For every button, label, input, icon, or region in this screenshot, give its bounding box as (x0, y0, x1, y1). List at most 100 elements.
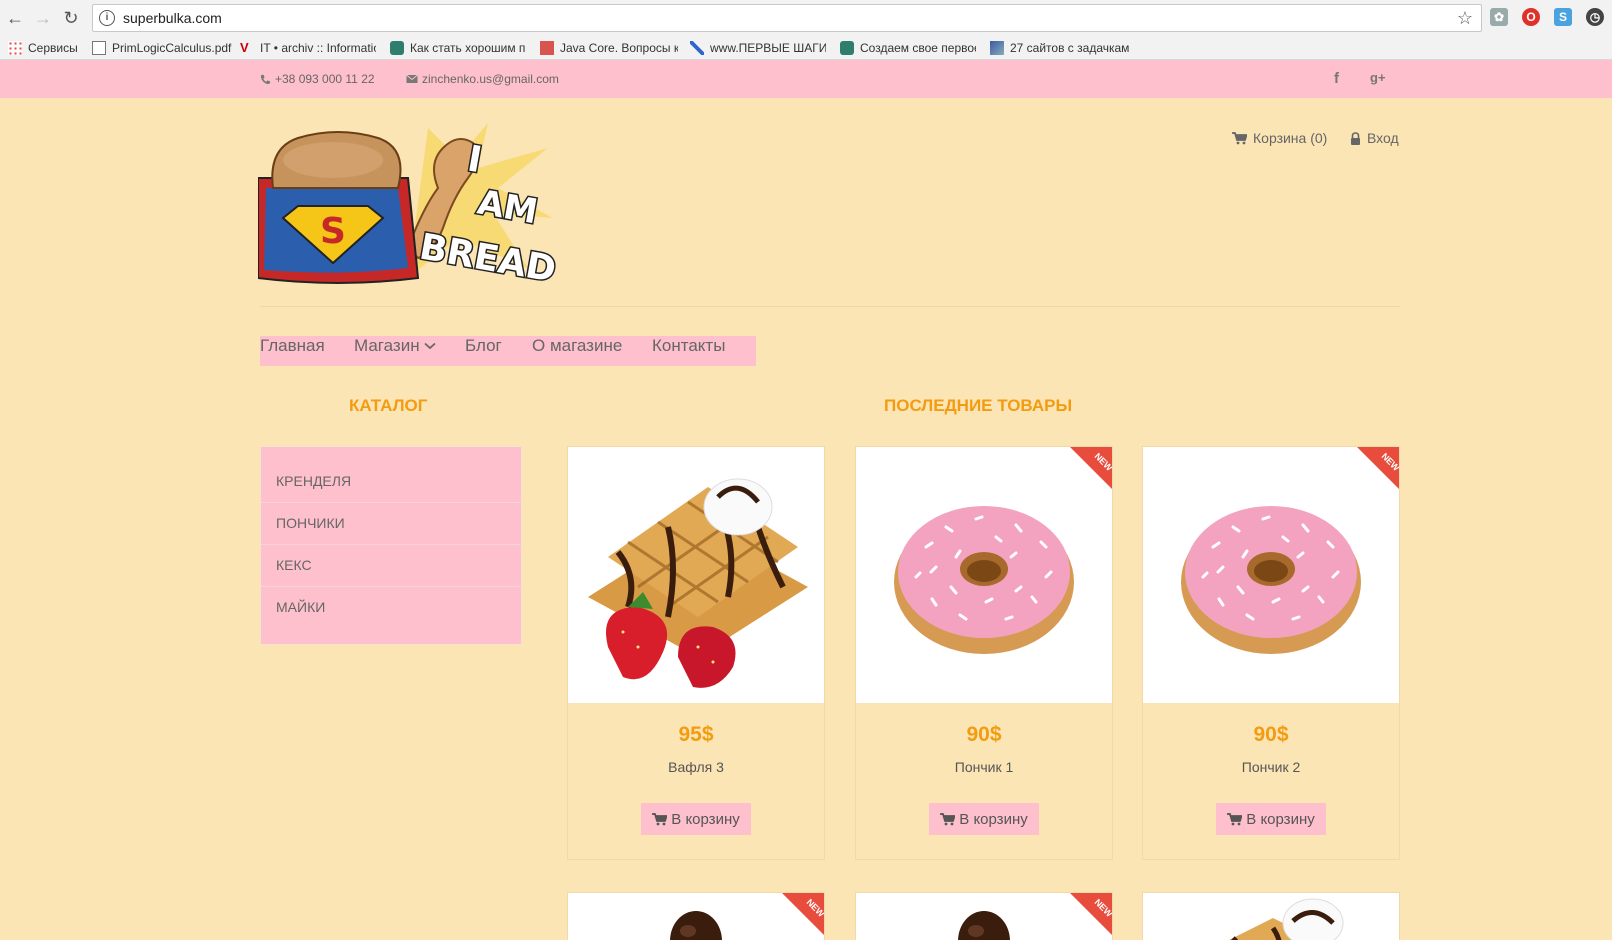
contact-bar: +38 093 000 11 22 zinchenko.us@gmail.com… (0, 60, 1612, 98)
bookmark-item[interactable]: 27 сайтов с задачкам (990, 40, 1130, 56)
clock-extension-icon[interactable]: ◷ (1586, 8, 1604, 26)
opera-extension-icon[interactable]: O (1522, 8, 1540, 26)
catalog-item-label: КЕКС (276, 557, 312, 573)
nav-blog[interactable]: Блог (465, 336, 502, 356)
forward-icon[interactable]: → (32, 7, 54, 29)
bookmark-item[interactable]: www.ПЕРВЫЕ ШАГИ.r (690, 40, 826, 56)
shopping-cart-icon (1227, 812, 1243, 825)
waffle-image (588, 478, 808, 688)
product-card: 95$ Вафля 3 В корзину (567, 446, 825, 860)
site-logo[interactable]: S I AM BREAD (257, 118, 560, 292)
pen-icon (690, 41, 704, 55)
waffle-image (1229, 898, 1344, 940)
shopping-cart-icon (652, 812, 668, 825)
catalog-item-label: КРЕНДЕЛЯ (276, 473, 352, 489)
bookmark-item[interactable]: Java Core. Вопросы к (540, 40, 678, 56)
product-name[interactable]: Пончик 1 (856, 759, 1112, 775)
product-card: NEW 90$ Пончик 1 В корзину (855, 446, 1113, 860)
nav-label: О магазине (532, 336, 623, 355)
envelope-icon (406, 74, 418, 83)
product-card[interactable]: NEW (855, 892, 1113, 940)
new-badge: NEW (1357, 447, 1399, 489)
v-logo-icon: V (240, 40, 249, 55)
s-extension-icon[interactable]: S (1554, 8, 1572, 26)
google-plus-icon[interactable]: g+ (1370, 70, 1386, 85)
new-badge-label: NEW (804, 897, 824, 919)
site-favicon-icon (990, 41, 1004, 55)
email-text: zinchenko.us@gmail.com (422, 72, 559, 86)
bookmark-label: Java Core. Вопросы к (560, 41, 678, 55)
svg-text:S: S (320, 211, 346, 252)
catalog-item-donuts[interactable]: ПОНЧИКИ (261, 503, 521, 545)
phone-text: +38 093 000 11 22 (275, 72, 375, 86)
info-icon[interactable]: i (99, 10, 115, 26)
product-price: 95$ (678, 723, 714, 746)
bookmark-item[interactable]: V IT • archiv :: Informatio (240, 40, 376, 56)
header-divider (260, 306, 1400, 307)
site-favicon-icon (540, 41, 554, 55)
login-link[interactable]: Вход (1350, 130, 1399, 146)
shopping-cart-icon (940, 812, 956, 825)
reload-icon[interactable]: ↻ (60, 7, 82, 29)
phone-contact[interactable]: +38 093 000 11 22 (260, 72, 375, 86)
bookmark-star-icon[interactable]: ☆ (1457, 8, 1473, 29)
new-badge-label: NEW (1379, 451, 1399, 473)
back-icon[interactable]: ← (4, 7, 26, 29)
nav-contacts[interactable]: Контакты (652, 336, 725, 356)
main-navigation: Главная Магазин Блог О магазине Контакты (260, 336, 756, 366)
email-contact[interactable]: zinchenko.us@gmail.com (406, 72, 559, 86)
cart-label: Корзина (0) (1253, 130, 1328, 146)
catalog-item-label: ПОНЧИКИ (276, 515, 345, 531)
product-price: 90$ (1253, 723, 1289, 746)
bookmark-label: 27 сайтов с задачкам (1010, 41, 1130, 55)
new-badge: NEW (1070, 447, 1112, 489)
nav-shop[interactable]: Магазин (354, 336, 436, 356)
bookmarks-bar: Сервисы PrimLogicCalculus.pdf V IT • arc… (0, 36, 1612, 60)
new-badge-label: NEW (1092, 451, 1112, 473)
product-name[interactable]: Пончик 2 (1143, 759, 1399, 775)
new-badge: NEW (1070, 893, 1112, 935)
facebook-icon[interactable]: f (1334, 70, 1339, 87)
new-badge: NEW (782, 893, 824, 935)
new-badge-label: NEW (1092, 897, 1112, 919)
latest-products-title: ПОСЛЕДНИЕ ТОВАРЫ (884, 396, 1073, 415)
apps-grid-icon (8, 41, 22, 55)
browser-toolbar: ← → ↻ i superbulka.com ☆ ✿ O S ◷ (0, 0, 1612, 36)
nav-about[interactable]: О магазине (532, 336, 622, 356)
bookmark-item[interactable]: Создаем свое первое (840, 40, 976, 56)
bookmark-apps[interactable]: Сервисы (8, 40, 78, 56)
site-favicon-icon (390, 41, 404, 55)
shopping-cart-icon (1232, 131, 1247, 144)
add-to-cart-button[interactable]: В корзину (1216, 803, 1326, 835)
nav-home[interactable]: Главная (260, 336, 325, 356)
add-to-cart-button[interactable]: В корзину (929, 803, 1039, 835)
lock-icon (1351, 131, 1360, 145)
nav-label: Контакты (652, 336, 726, 355)
chevron-down-icon (423, 342, 436, 350)
paw-extension-icon[interactable]: ✿ (1490, 8, 1508, 26)
product-card[interactable]: NEW (567, 892, 825, 940)
bookmark-label: www.ПЕРВЫЕ ШАГИ.r (710, 41, 826, 55)
bookmark-item[interactable]: Как стать хорошим п (390, 40, 528, 56)
address-bar[interactable]: i superbulka.com ☆ (92, 4, 1482, 32)
catalog-list: КРЕНДЕЛЯ ПОНЧИКИ КЕКС МАЙКИ (260, 446, 522, 645)
product-price: 90$ (966, 723, 1002, 746)
catalog-item-label: МАЙКИ (276, 599, 326, 615)
catalog-title: КАТАЛОГ (349, 396, 428, 415)
catalog-item-tshirts[interactable]: МАЙКИ (261, 587, 521, 629)
bookmark-label: IT • archiv :: Informatio (260, 41, 376, 55)
add-to-cart-button[interactable]: В корзину (641, 803, 751, 835)
phone-icon (260, 74, 271, 84)
catalog-item-cupcake[interactable]: КЕКС (261, 545, 521, 587)
product-card[interactable] (1142, 892, 1400, 940)
bookmark-label: Сервисы (28, 41, 78, 55)
product-name[interactable]: Вафля 3 (568, 759, 824, 775)
bookmark-label: Как стать хорошим п (410, 41, 526, 55)
url-text[interactable]: superbulka.com (123, 10, 222, 26)
superhero-bread-logo: S I AM BREAD (257, 123, 560, 292)
catalog-item-pretzels[interactable]: КРЕНДЕЛЯ (261, 461, 521, 503)
bookmark-item[interactable]: PrimLogicCalculus.pdf (92, 40, 232, 56)
product-image[interactable] (568, 447, 824, 703)
cart-link[interactable]: Корзина (0) (1232, 130, 1327, 146)
add-to-cart-label: В корзину (671, 810, 740, 828)
